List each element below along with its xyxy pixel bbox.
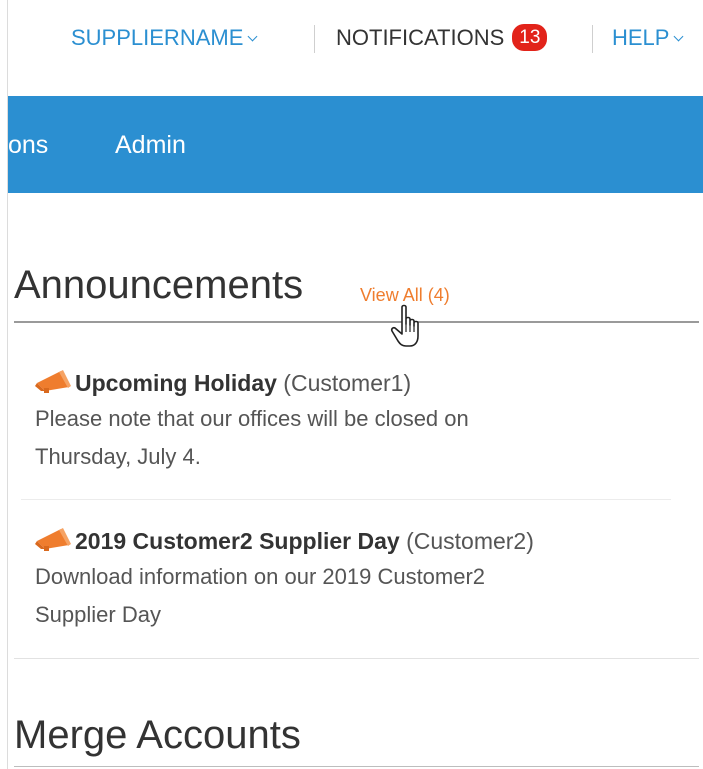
megaphone-icon xyxy=(35,370,71,393)
nav-item-admin[interactable]: Admin xyxy=(115,130,186,160)
top-header: SUPPLIERNAME NOTIFICATIONS 13 HELP xyxy=(0,0,703,96)
chevron-down-icon xyxy=(247,31,258,42)
announcement-body-line: Supplier Day xyxy=(35,602,161,627)
announcement-separator xyxy=(21,499,671,500)
header-separator xyxy=(314,25,315,53)
nav-item-partial[interactable]: ons xyxy=(8,130,48,160)
announcements-divider xyxy=(14,321,699,323)
merge-accounts-divider xyxy=(14,766,699,767)
supplier-menu-label: SUPPLIERNAME xyxy=(71,25,244,50)
supplier-menu[interactable]: SUPPLIERNAME xyxy=(71,24,258,52)
merge-accounts-heading: Merge Accounts xyxy=(14,713,301,757)
announcements-heading: Announcements xyxy=(14,263,304,307)
notifications-count-badge: 13 xyxy=(512,24,548,51)
help-menu[interactable]: HELP xyxy=(612,24,684,52)
notifications-menu[interactable]: NOTIFICATIONS 13 xyxy=(336,24,548,53)
megaphone-icon xyxy=(35,528,71,551)
announcement-body-line: Please note that our offices will be clo… xyxy=(35,406,469,431)
announcement-body-line: Thursday, July 4. xyxy=(35,444,201,469)
header-separator xyxy=(592,25,593,53)
announcement-title[interactable]: Upcoming Holiday xyxy=(75,370,277,396)
announcements-box-bottom xyxy=(14,658,699,659)
main-nav-bar: ons Admin xyxy=(8,96,703,193)
view-all-announcements-link[interactable]: View All (4) xyxy=(360,284,450,306)
announcement-customer: (Customer1) xyxy=(283,370,412,396)
announcement-body-line: Download information on our 2019 Custome… xyxy=(35,564,486,589)
hand-cursor-icon xyxy=(390,304,419,347)
announcement-title[interactable]: 2019 Customer2 Supplier Day xyxy=(75,528,400,554)
announcement-customer: (Customer2) xyxy=(406,528,534,554)
chevron-down-icon xyxy=(674,31,684,42)
notifications-label: NOTIFICATIONS xyxy=(336,25,505,50)
help-menu-label: HELP xyxy=(612,25,670,50)
